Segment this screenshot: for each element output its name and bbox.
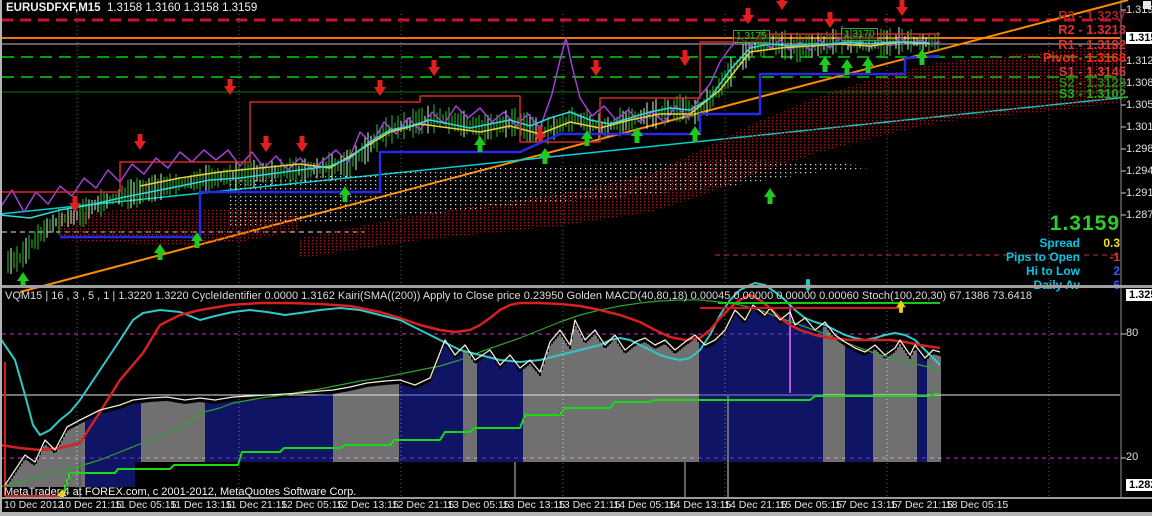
chart-svg[interactable] (0, 0, 1152, 516)
price-stat-row: Pips to Open -1 (1006, 250, 1120, 264)
current-price: 1.3159 (1006, 212, 1120, 236)
axis-price-label: 1.3015 (1126, 121, 1152, 133)
sell-arrow-icon (428, 60, 440, 76)
buy-arrow-icon (539, 148, 551, 164)
sell-arrow-icon (824, 12, 836, 28)
sell-arrow-icon (776, 0, 788, 10)
buy-arrow-icon (916, 49, 928, 65)
axis-range-box: 1.2822 (1126, 479, 1152, 491)
pivot-label: R2 - 1.3213 (1058, 22, 1126, 37)
ohlc-quote: 1.3158 1.3160 1.3158 1.3159 (107, 2, 257, 14)
axis-price-label: 1.2980 (1126, 143, 1152, 155)
chart-canvas[interactable] (0, 0, 1152, 516)
mt4-chart-window: EURUSDFXF,M15 1.3158 1.3160 1.3158 1.315… (0, 0, 1152, 516)
time-axis[interactable]: 10 Dec 201210 Dec 21:1511 Dec 05:1511 De… (0, 499, 1152, 512)
indicator-subwindow-header: VQM15 | 16 , 3 , 5 , 1 | 1.3220 1.3220 C… (5, 290, 1032, 302)
timestamp-label: 14 Dec 13:15 (669, 499, 731, 511)
axis-price-label: 1.2910 (1126, 187, 1152, 199)
buy-arrow-icon (819, 56, 831, 72)
sell-arrow-icon (590, 60, 602, 76)
chart-title: EURUSDFXF,M15 1.3158 1.3160 1.3158 1.315… (6, 2, 257, 14)
price-stat-label: Hi to Low (1026, 264, 1080, 278)
window-corner-box (1143, 1, 1151, 9)
pivot-label: S3 - 1.3102 (1059, 86, 1126, 101)
price-stat-value: -1 (1090, 250, 1120, 264)
price-stat-value: 0.3 (1090, 236, 1120, 250)
sell-arrow-icon (374, 80, 386, 96)
sell-arrow-icon (224, 79, 236, 95)
pivot-label: Pivot - 1.3168 (1043, 50, 1126, 65)
timestamp-label: 11 Dec 13:15 (170, 499, 232, 511)
timestamp-label: 14 Dec 21:15 (724, 499, 786, 511)
timestamp-label: 15 Dec 05:15 (780, 499, 842, 511)
timestamp-label: 13 Dec 21:15 (558, 499, 620, 511)
axis-level-label: 80 (1126, 327, 1138, 339)
axis-range-box: 1.3251 (1126, 289, 1152, 301)
chart-price-tag: 1.3170 (841, 28, 878, 41)
timestamp-label: 12 Dec 05:15 (281, 499, 343, 511)
price-stat-label: Pips to Open (1006, 250, 1080, 264)
timestamp-label: 17 Dec 21:15 (890, 499, 952, 511)
axis-price-label: 1.3050 (1126, 99, 1152, 111)
chart-price-tag: 1.3175 (733, 30, 770, 43)
timestamp-label: 12 Dec 21:15 (392, 499, 454, 511)
sell-arrow-icon (260, 136, 272, 152)
price-stat-row: Hi to Low 2 (1006, 264, 1120, 278)
timestamp-label: 10 Dec 2012 (4, 499, 64, 511)
timestamp-label: 14 Dec 05:15 (613, 499, 675, 511)
sell-arrow-icon (742, 8, 754, 24)
axis-price-label: 1.2945 (1126, 165, 1152, 177)
axis-price-label: 1.3085 (1126, 77, 1152, 89)
sell-arrow-icon (69, 196, 81, 212)
axis-price-label: 1.3120 (1126, 55, 1152, 67)
timestamp-label: 11 Dec 05:15 (115, 499, 177, 511)
subwindow-splitter[interactable] (0, 285, 1152, 288)
sell-arrow-icon (896, 0, 908, 16)
timestamp-label: 13 Dec 05:15 (447, 499, 509, 511)
timestamp-label: 17 Dec 13:15 (835, 499, 897, 511)
current-price-box: 1.3159 (1126, 32, 1152, 44)
window-left-edge (0, 0, 2, 516)
symbol-name: EURUSDFXF,M15 (6, 2, 101, 14)
sell-arrow-icon (134, 134, 146, 150)
axis-price-label: 1.2875 (1126, 209, 1152, 221)
pivot-label: R3 - 1.3237 (1058, 8, 1126, 23)
timestamp-label: 13 Dec 13:15 (503, 499, 565, 511)
price-info-panel: 1.3159 Spread 0.3 Pips to Open -1 Hi to Low 2… (1006, 212, 1120, 292)
bottom-separator (0, 497, 1152, 499)
price-stat-rows: Spread0.3Pips to Open-1Hi to Low2Daily A… (1006, 236, 1120, 292)
buy-arrow-icon (631, 127, 643, 143)
price-stat-value: 2 (1090, 264, 1120, 278)
sell-arrow-icon (679, 50, 691, 66)
buy-arrow-icon (154, 244, 166, 260)
price-stat-row: Spread 0.3 (1006, 236, 1120, 250)
timestamp-label: 12 Dec 13:15 (336, 499, 398, 511)
price-stat-label: Spread (1039, 236, 1080, 250)
window-bottom-edge (0, 512, 1152, 516)
buy-arrow-icon (764, 188, 776, 204)
timestamp-label: 11 Dec 21:15 (226, 499, 288, 511)
sell-arrow-icon (296, 136, 308, 152)
timestamp-label: 18 Dec 05:15 (946, 499, 1008, 511)
buy-arrow-icon (474, 136, 486, 152)
axis-level-label: 20 (1126, 451, 1138, 463)
timestamp-label: 10 Dec 21:15 (59, 499, 121, 511)
